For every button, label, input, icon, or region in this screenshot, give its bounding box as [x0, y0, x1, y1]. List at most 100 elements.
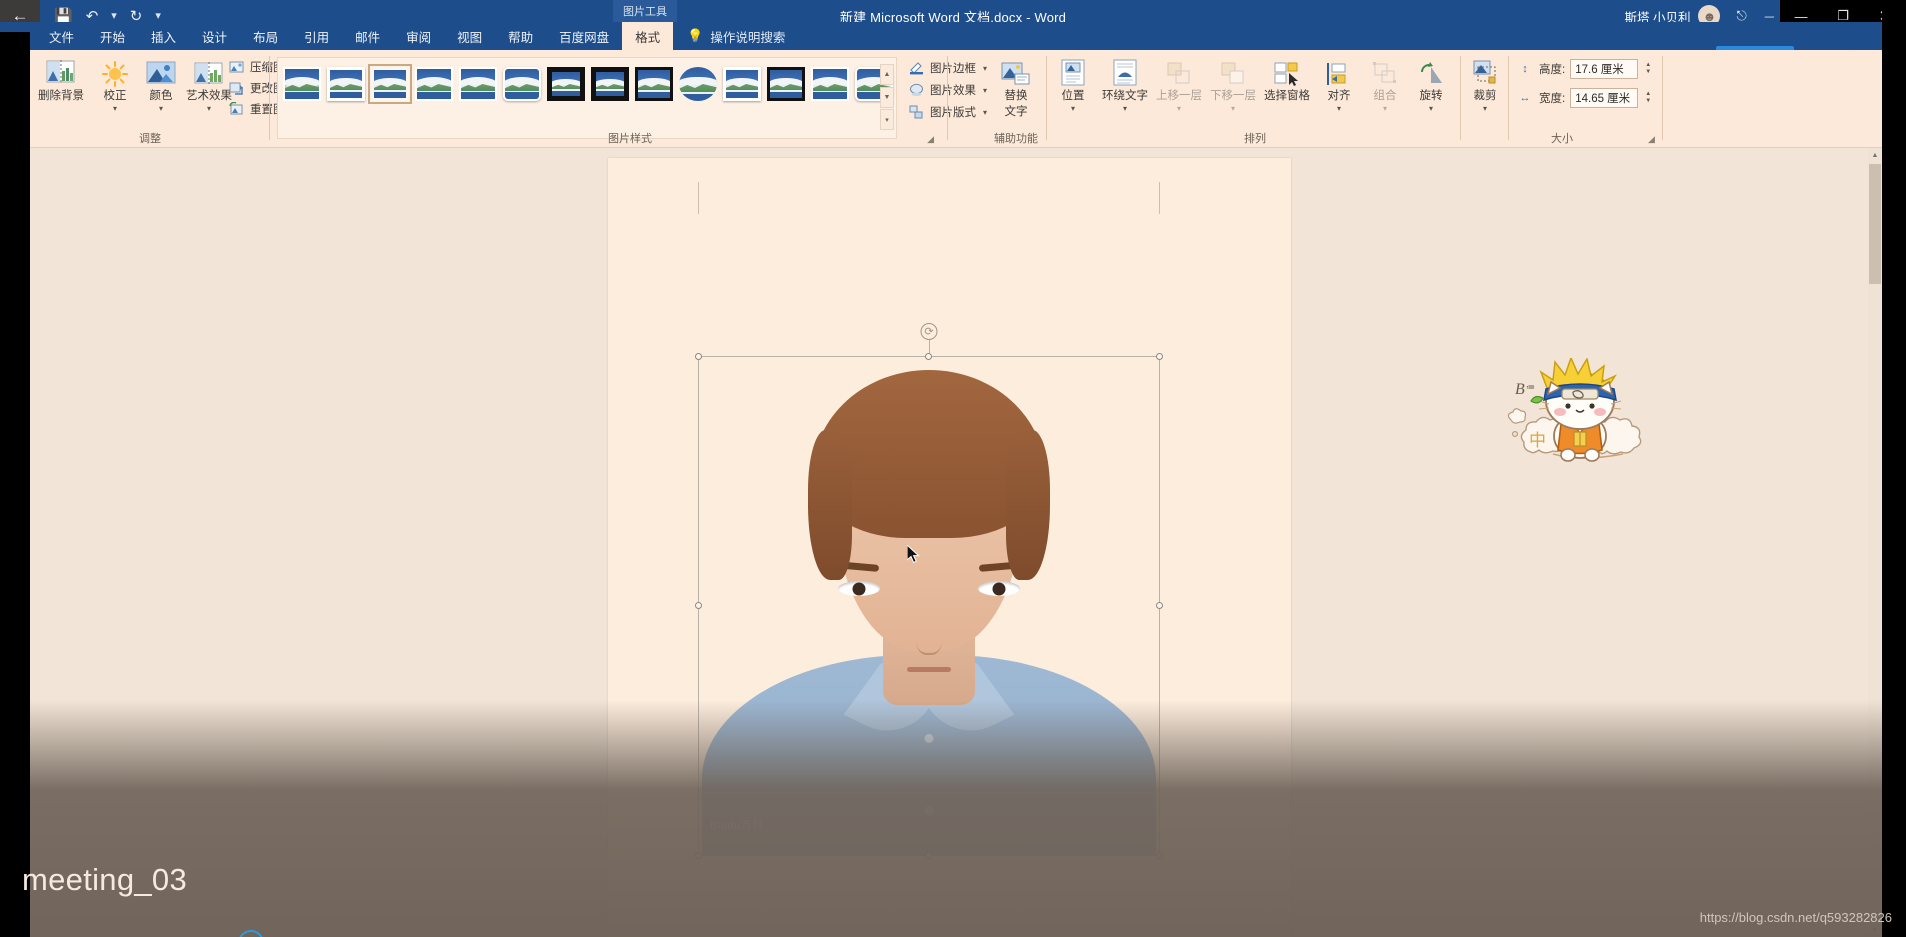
compress-pictures-icon — [228, 59, 245, 75]
selection-pane-icon — [1273, 55, 1301, 87]
gallery-scroll-down-icon[interactable]: ▼ — [880, 86, 894, 108]
change-picture-icon — [228, 80, 245, 96]
resize-handle-top-center[interactable] — [925, 353, 932, 360]
shape-width-spinner[interactable]: ▲ ▼ — [1645, 91, 1651, 105]
corrections-caret-icon[interactable]: ▾ — [113, 104, 117, 113]
color-caret-icon[interactable]: ▾ — [159, 104, 163, 113]
position-button[interactable]: 位置 ▾ — [1046, 55, 1100, 113]
picture-style-thumb[interactable] — [635, 67, 673, 101]
resize-handle-top-left[interactable] — [695, 353, 702, 360]
artistic-effects-caret-icon[interactable]: ▾ — [207, 104, 211, 113]
tab-home[interactable]: 开始 — [87, 22, 138, 50]
align-caret-icon[interactable]: ▾ — [1337, 104, 1341, 113]
size-dialog-launcher[interactable]: ◢ — [1648, 134, 1655, 145]
group-objects-label: 组合 — [1373, 90, 1397, 102]
tell-me-label: 操作说明搜索 — [710, 30, 786, 45]
corrections-label: 校正 — [103, 90, 127, 102]
tab-mailings[interactable]: 邮件 — [342, 22, 393, 50]
picture-style-thumb[interactable] — [283, 67, 321, 101]
picture-style-thumb[interactable] — [723, 67, 761, 101]
align-icon — [1326, 55, 1352, 87]
naruto-cat-sticker[interactable]: B ≔ 中 — [1493, 355, 1669, 468]
send-backward-caret-icon[interactable]: ▾ — [1231, 104, 1235, 113]
crop-icon — [1470, 55, 1500, 87]
alignment-guide-right — [1159, 182, 1160, 214]
alt-text-button[interactable]: 替换 文字 — [989, 55, 1043, 119]
tab-help[interactable]: 帮助 — [495, 22, 546, 50]
artistic-effects-label: 艺术效果 — [186, 90, 232, 102]
picture-style-thumb[interactable] — [415, 67, 453, 101]
shape-height-input[interactable]: 17.6 厘米 — [1570, 59, 1639, 79]
picture-style-thumb[interactable] — [767, 67, 805, 101]
align-label: 对齐 — [1327, 90, 1351, 102]
send-backward-button[interactable]: 下移一层 ▾ — [1204, 55, 1262, 113]
tab-design[interactable]: 设计 — [189, 22, 240, 50]
shape-width-icon: ↔ — [1519, 92, 1531, 104]
wrap-text-caret-icon[interactable]: ▾ — [1123, 104, 1127, 113]
picture-styles-dialog-launcher[interactable]: ◢ — [927, 134, 934, 145]
tab-review[interactable]: 审阅 — [393, 22, 444, 50]
tab-references[interactable]: 引用 — [291, 22, 342, 50]
recording-label: meeting_03 — [22, 862, 188, 897]
picture-style-thumb[interactable] — [327, 67, 365, 101]
ribbon-group-adjust: 删除背景 校正 ▾ 颜色 ▾ 艺术效果 ▾ 压缩图片 更改图片 重置图片 调整 — [30, 50, 307, 148]
group-label-size: 大小 — [1551, 133, 1573, 145]
wrap-text-icon — [1112, 55, 1138, 87]
tell-me-search[interactable]: 💡 操作说明搜索 — [673, 22, 785, 50]
bring-forward-button[interactable]: 上移一层 ▾ — [1150, 55, 1208, 113]
selection-pane-button[interactable]: 选择窗格 — [1256, 55, 1318, 103]
rotate-icon — [1418, 55, 1444, 87]
picture-style-thumb[interactable] — [503, 67, 541, 101]
ribbon-group-picture-styles: ▲ ▼ ▾ 图片边框 ▾ 图片效果 ▾ 图片版式 ▾ 图片样式 ◢ — [270, 50, 990, 148]
crop-caret-icon[interactable]: ▾ — [1483, 104, 1487, 113]
picture-style-thumb[interactable] — [547, 67, 585, 101]
picture-style-thumb[interactable] — [591, 67, 629, 101]
gallery-scroll-up-icon[interactable]: ▲ — [880, 64, 894, 85]
resize-handle-middle-right[interactable] — [1156, 602, 1163, 609]
tab-file[interactable]: 文件 — [36, 22, 87, 50]
bring-forward-caret-icon[interactable]: ▾ — [1177, 104, 1181, 113]
remove-background-button[interactable]: 删除背景 — [34, 55, 88, 103]
shape-width-label: 宽度: — [1539, 93, 1566, 105]
shape-height-spinner[interactable]: ▲ ▼ — [1645, 62, 1651, 76]
shape-width-input[interactable]: 14.65 厘米 — [1570, 88, 1639, 108]
rotate-caret-icon[interactable]: ▾ — [1429, 104, 1433, 113]
group-label-adjust: 调整 — [139, 133, 161, 145]
customize-qat-icon[interactable]: ▾ — [155, 10, 161, 22]
send-backward-label: 下移一层 — [1210, 90, 1256, 102]
tab-baidu-netdisk[interactable]: 百度网盘 — [546, 22, 622, 50]
blog-url-watermark: https://blog.csdn.net/q593282826 — [1699, 910, 1892, 925]
picture-style-thumb-selected[interactable] — [368, 64, 412, 104]
scrollbar-thumb[interactable] — [1869, 164, 1881, 284]
contextual-tab-title: 图片工具 — [613, 0, 677, 22]
position-caret-icon[interactable]: ▾ — [1071, 104, 1075, 113]
gallery-more-icon[interactable]: ▾ — [880, 109, 894, 130]
tab-insert[interactable]: 插入 — [138, 22, 189, 50]
rotate-button[interactable]: 旋转 ▾ — [1404, 55, 1458, 113]
color-picture-icon — [146, 55, 176, 87]
picture-styles-gallery[interactable]: ▲ ▼ ▾ — [277, 57, 897, 139]
tab-layout[interactable]: 布局 — [240, 22, 291, 50]
tab-view[interactable]: 视图 — [444, 22, 495, 50]
group-label-arrange: 排列 — [1244, 133, 1266, 145]
wrap-text-button[interactable]: 环绕文字 ▾ — [1094, 55, 1156, 113]
undo-caret-icon[interactable]: ▾ — [111, 10, 117, 22]
crop-button[interactable]: 裁剪 ▾ — [1458, 55, 1512, 113]
color-label: 颜色 — [149, 90, 173, 102]
svg-text:≔: ≔ — [1526, 382, 1535, 392]
rotation-handle[interactable]: ⟳ — [920, 323, 938, 340]
shape-height-label: 高度: — [1539, 64, 1566, 76]
picture-effects-icon — [908, 82, 925, 98]
word-application-window: ← 💾 ↶ ▾ ↻ ▾ 图片工具 新建 Microsoft Word 文档.do… — [0, 0, 1906, 937]
resize-handle-middle-left[interactable] — [695, 602, 702, 609]
right-letterbox — [1882, 0, 1906, 937]
resize-handle-top-right[interactable] — [1156, 353, 1163, 360]
picture-style-thumb[interactable] — [459, 67, 497, 101]
tab-format[interactable]: 格式 — [622, 22, 674, 50]
scroll-up-icon[interactable]: ▲ — [1868, 148, 1882, 162]
bring-forward-label: 上移一层 — [1156, 90, 1202, 102]
send-backward-icon — [1220, 55, 1246, 87]
picture-style-thumb[interactable] — [811, 67, 849, 101]
picture-style-thumb[interactable] — [679, 67, 717, 101]
group-objects-caret-icon[interactable]: ▾ — [1383, 104, 1387, 113]
